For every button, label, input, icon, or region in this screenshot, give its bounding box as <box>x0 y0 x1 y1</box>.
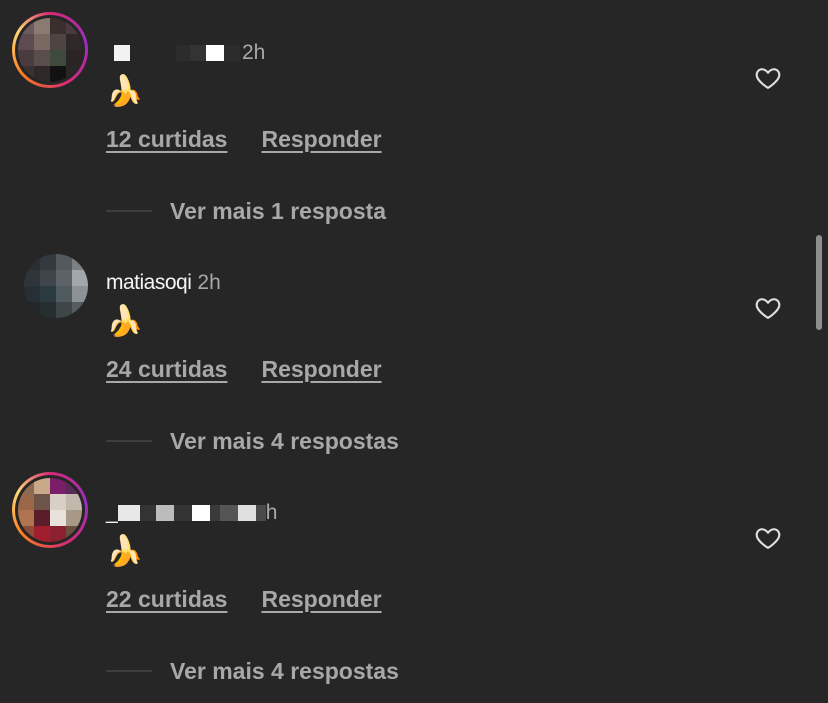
comment-item: 2h 🍌 12 curtidas Responder Ver mais 1 re… <box>0 0 828 230</box>
comment-timestamp: 2h <box>197 271 221 294</box>
avatar-photo <box>24 254 88 318</box>
heart-outline-icon[interactable] <box>754 64 782 92</box>
reply-thread-line <box>106 670 152 672</box>
avatar[interactable] <box>12 472 88 548</box>
view-more-replies-button[interactable]: Ver mais 1 resposta <box>106 196 386 226</box>
avatar-photo <box>18 18 82 82</box>
comment-text: 🍌 <box>106 535 144 568</box>
reply-button[interactable]: Responder <box>261 126 381 153</box>
comment-username[interactable]: matiasoqi 2h <box>106 270 221 296</box>
comment-item: _ h 🍌 22 curtidas Responder Ver mais 4 r… <box>0 460 828 690</box>
reply-thread-line <box>106 440 152 442</box>
comment-username[interactable]: _ h <box>106 500 277 526</box>
reply-thread-line <box>106 210 152 212</box>
likes-count-link[interactable]: 22 curtidas <box>106 586 227 613</box>
view-more-replies-button[interactable]: Ver mais 4 respostas <box>106 656 399 686</box>
avatar[interactable] <box>12 12 88 88</box>
likes-count-link[interactable]: 24 curtidas <box>106 356 227 383</box>
comment-timestamp: h <box>265 501 278 524</box>
comment-item: matiasoqi 2h 🍌 24 curtidas Responder Ver… <box>0 230 828 460</box>
avatar-photo <box>18 478 82 542</box>
heart-outline-icon[interactable] <box>754 294 782 322</box>
avatar[interactable] <box>12 242 88 318</box>
comment-timestamp: 2h <box>242 41 266 64</box>
view-more-replies-button[interactable]: Ver mais 4 respostas <box>106 426 399 456</box>
scrollbar[interactable] <box>816 235 822 330</box>
reply-button[interactable]: Responder <box>261 356 381 383</box>
likes-count-link[interactable]: 12 curtidas <box>106 126 227 153</box>
comment-text: 🍌 <box>106 75 144 108</box>
reply-button[interactable]: Responder <box>261 586 381 613</box>
comment-text: 🍌 <box>106 305 144 338</box>
heart-outline-icon[interactable] <box>754 524 782 552</box>
comment-username[interactable]: 2h <box>106 40 265 66</box>
